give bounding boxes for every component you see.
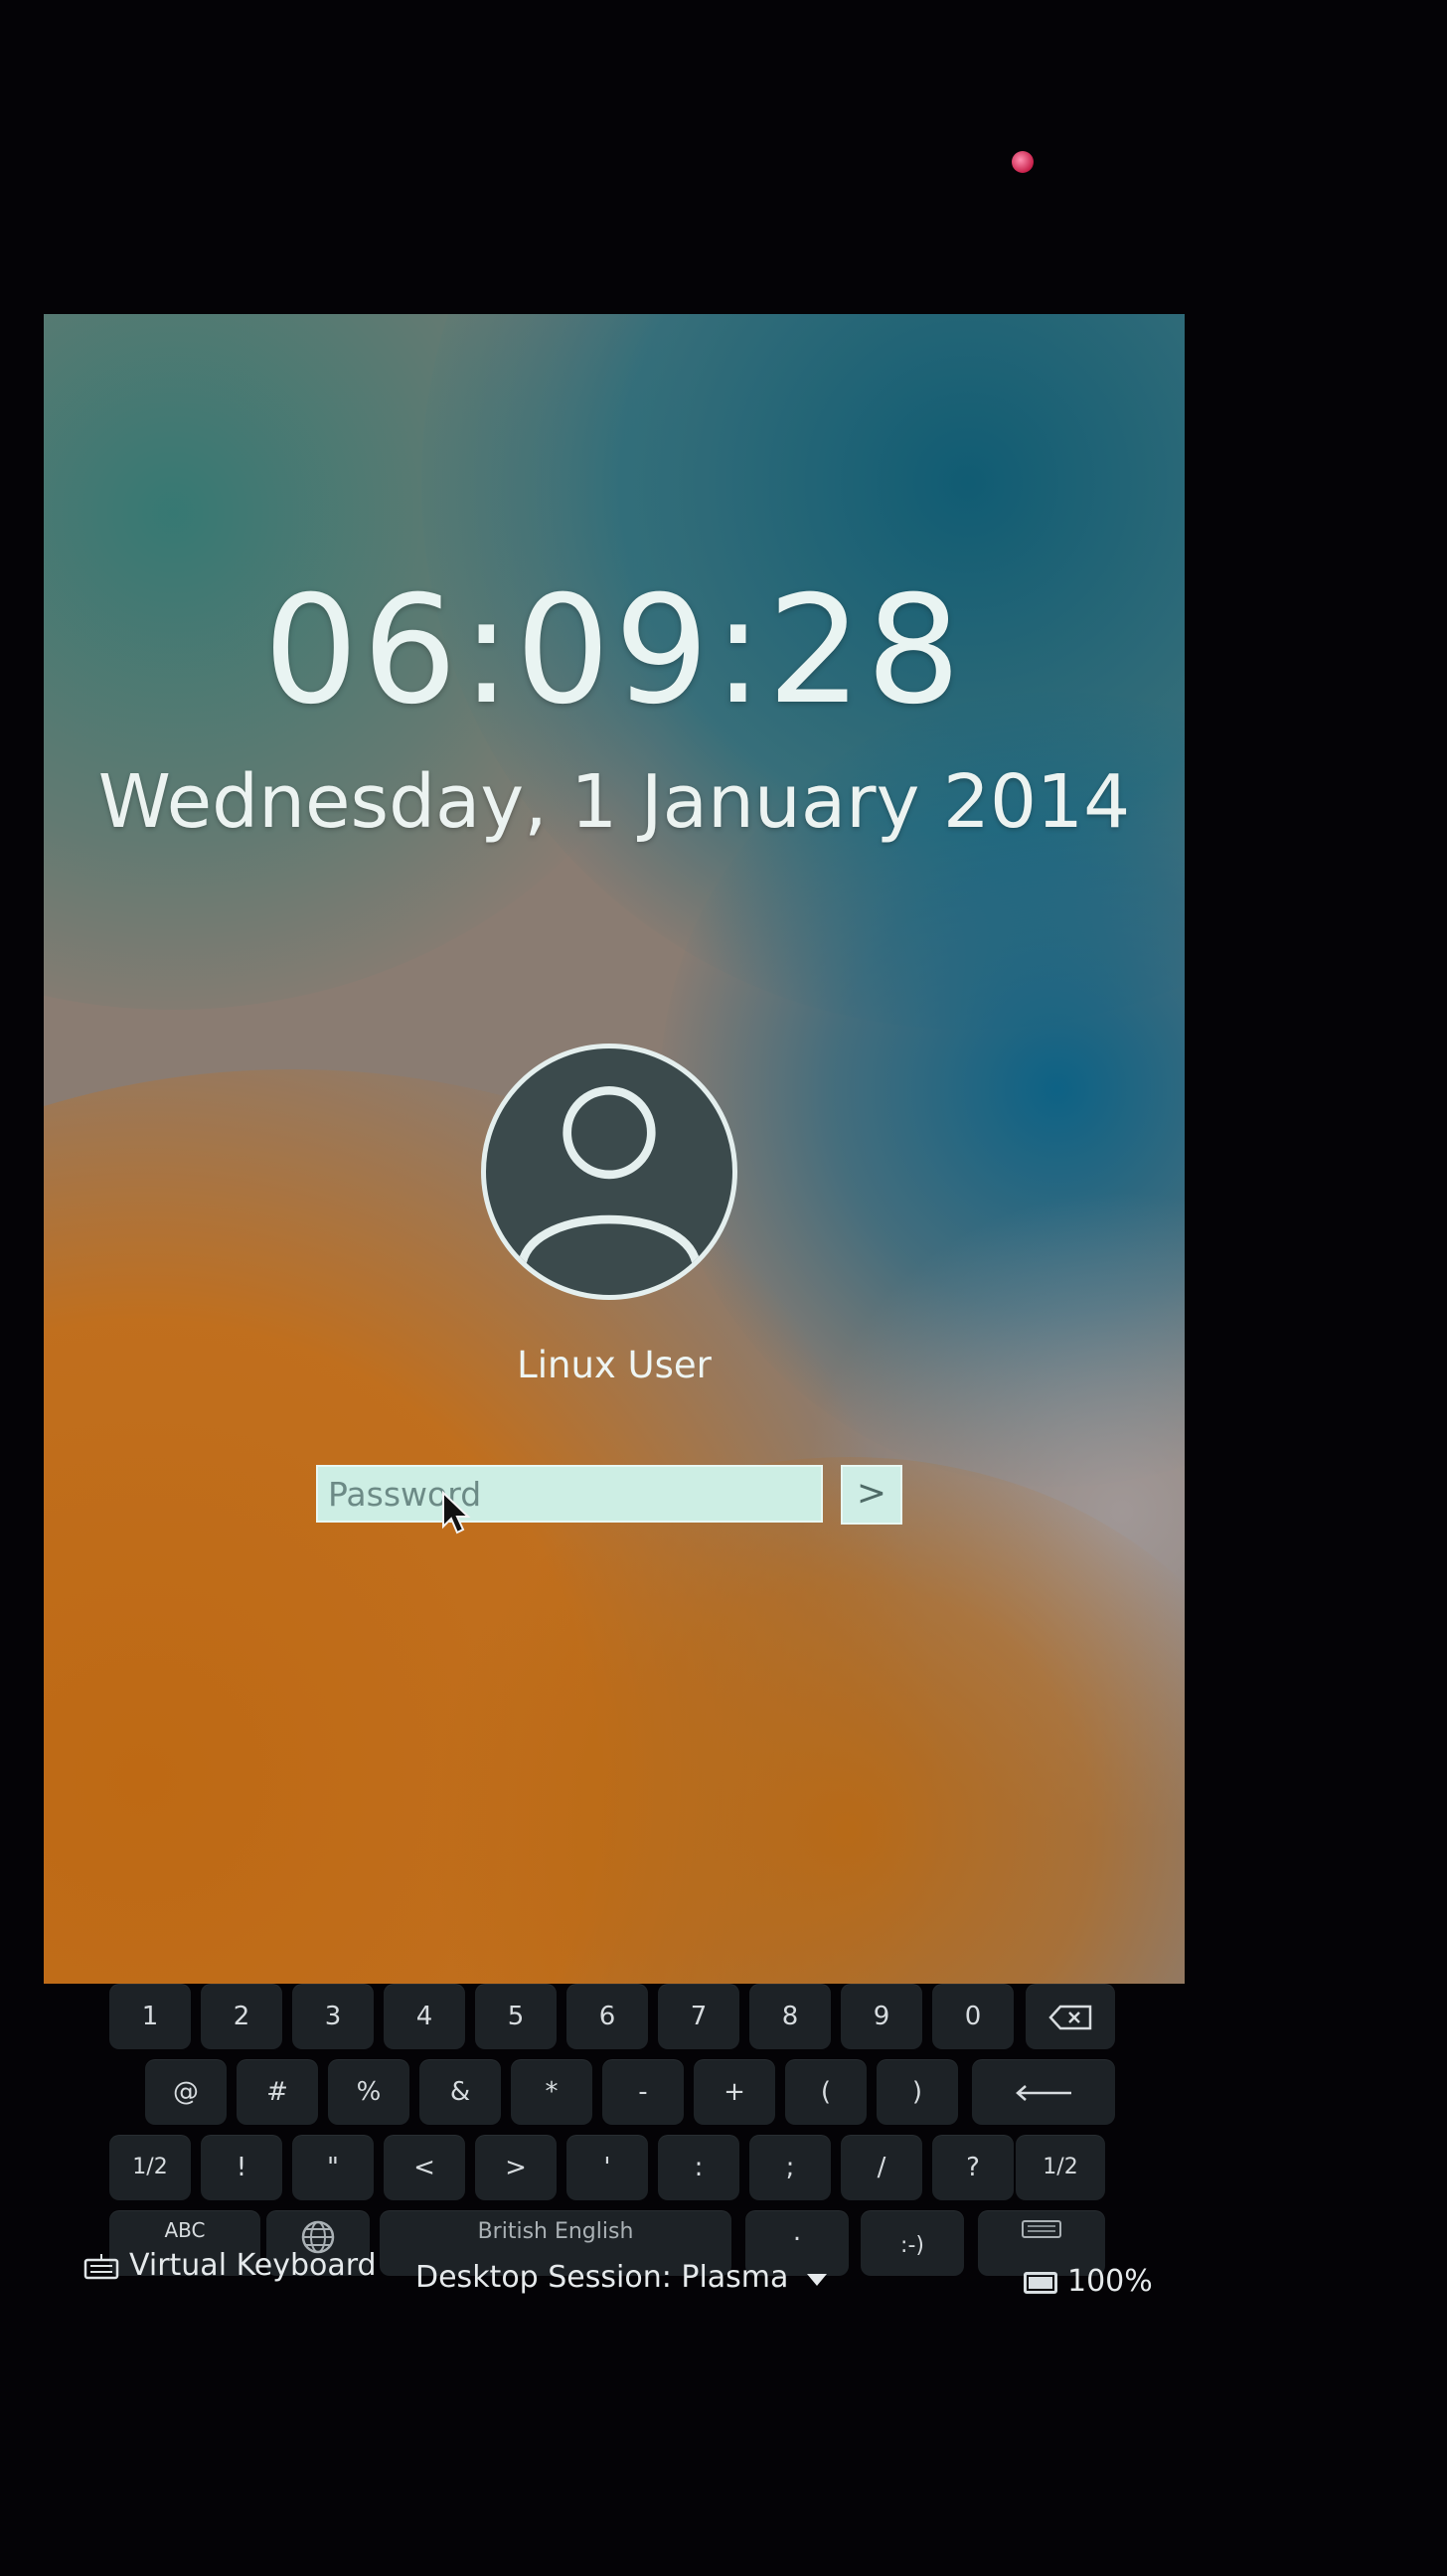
key[interactable]: < [384,2135,465,2200]
mouse-cursor-icon [442,1491,471,1534]
key[interactable]: 1/2 [109,2135,191,2200]
login-button[interactable]: > [841,1465,902,1525]
dropdown-caret-icon[interactable] [807,2274,827,2286]
key[interactable]: 5 [475,1984,557,2049]
password-field[interactable] [316,1465,823,1523]
clock-date: Wednesday, 1 January 2014 [97,759,1131,845]
key[interactable]: 1/2 [1016,2135,1105,2200]
key[interactable]: ? [932,2135,1014,2200]
key[interactable]: " [292,2135,374,2200]
user-name: Linux User [517,1344,712,1386]
key[interactable]: 8 [749,1984,831,2049]
key[interactable]: > [475,2135,557,2200]
key[interactable]: @ [145,2059,227,2125]
key[interactable]: ' [566,2135,648,2200]
key[interactable]: & [419,2059,501,2125]
indicator-led [1012,151,1034,173]
key[interactable]: ( [785,2059,867,2125]
key[interactable]: 4 [384,1984,465,2049]
keyboard-icon[interactable] [83,2252,119,2280]
key[interactable]: 0 [932,1984,1014,2049]
key[interactable]: * [511,2059,592,2125]
key[interactable]: : [658,2135,739,2200]
arrow-right-icon: > [856,1473,887,1514]
key[interactable]: ! [201,2135,282,2200]
key[interactable]: 1 [109,1984,191,2049]
enter-icon [1016,2084,1071,2101]
virtual-keyboard-button[interactable]: Virtual Keyboard [129,2248,377,2283]
key[interactable]: 2 [201,1984,282,2049]
key[interactable]: ; [749,2135,831,2200]
key[interactable]: 6 [566,1984,648,2049]
lock-screen: 06:09:28 Wednesday, 1 January 2014 Linux… [44,314,1185,1984]
key[interactable]: - [602,2059,684,2125]
key[interactable]: 3 [292,1984,374,2049]
key[interactable]: / [841,2135,922,2200]
key[interactable]: # [237,2059,318,2125]
backspace-icon [1048,2005,1092,2029]
key[interactable]: ) [877,2059,958,2125]
user-avatar-icon[interactable] [481,1044,737,1300]
key[interactable]: + [694,2059,775,2125]
key[interactable]: % [328,2059,409,2125]
session-selector[interactable]: Desktop Session: Plasma [415,2260,788,2295]
enter-key[interactable] [972,2059,1115,2125]
key[interactable]: 7 [658,1984,739,2049]
battery-level: 100% [1067,2264,1153,2299]
backspace-key[interactable] [1026,1984,1115,2049]
battery-icon [1024,2272,1057,2294]
clock-time: 06:09:28 [263,564,965,737]
key[interactable]: 9 [841,1984,922,2049]
